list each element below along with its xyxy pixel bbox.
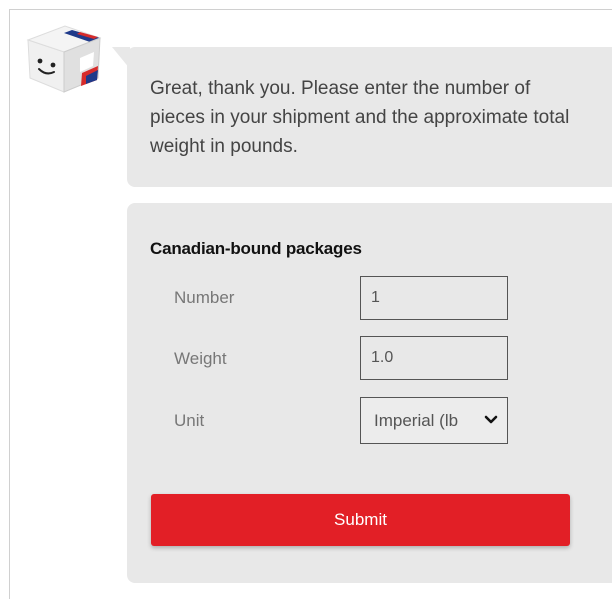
weight-input[interactable]	[360, 336, 508, 380]
form-title: Canadian-bound packages	[150, 239, 362, 258]
number-input[interactable]	[360, 276, 508, 320]
number-label: Number	[174, 288, 235, 307]
unit-select[interactable]: Imperial (lb	[360, 397, 508, 444]
chevron-down-icon	[484, 415, 498, 424]
unit-select-value: Imperial (lb	[374, 411, 459, 430]
chat-message-text: Great, thank you. Please enter the numbe…	[150, 78, 570, 157]
unit-label: Unit	[174, 411, 205, 430]
cube-mascot-icon	[26, 25, 102, 93]
weight-label: Weight	[174, 349, 227, 368]
submit-button[interactable]: Submit	[151, 494, 570, 546]
